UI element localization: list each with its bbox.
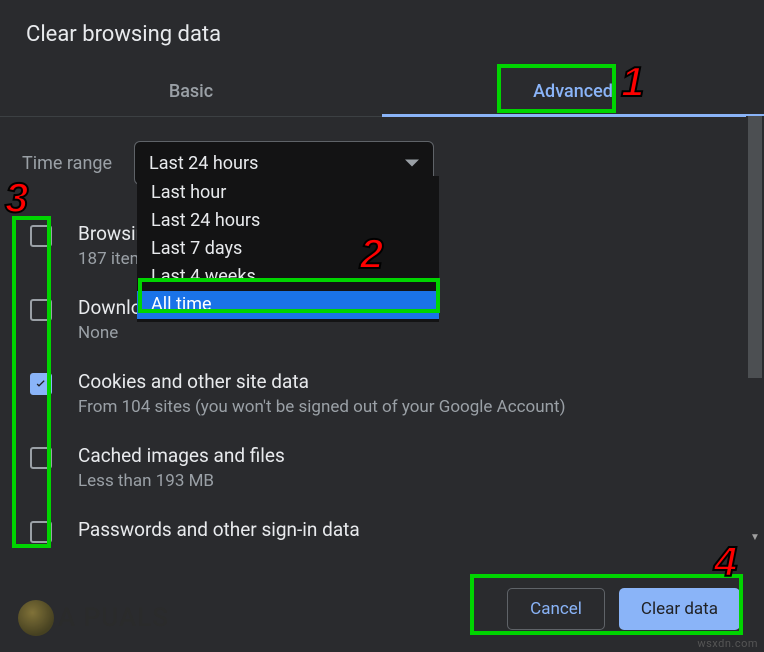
item-subtitle: Less than 193 MB	[78, 469, 285, 493]
dialog-title: Clear browsing data	[0, 0, 764, 67]
time-range-selected-value: Last 24 hours	[149, 153, 258, 174]
checkmark-icon	[33, 376, 49, 392]
time-range-dropdown: Last hour Last 24 hours Last 7 days Last…	[137, 176, 439, 322]
watermark: A PUALS	[18, 600, 169, 636]
clear-browsing-data-dialog: Clear browsing data Basic Advanced Time …	[0, 0, 764, 652]
list-item-cached[interactable]: Cached images and files Less than 193 MB	[22, 431, 742, 505]
item-subtitle: From 104 sites (you won't be signed out …	[78, 395, 566, 419]
item-title: Cookies and other site data	[78, 369, 566, 395]
clear-data-button[interactable]: Clear data	[619, 588, 740, 630]
dropdown-option-all-time[interactable]: All time	[137, 291, 439, 319]
list-item-text: Cached images and files Less than 193 MB	[78, 443, 285, 493]
list-item-text: Cookies and other site data From 104 sit…	[78, 369, 566, 419]
tab-advanced[interactable]: Advanced	[382, 67, 764, 116]
time-range-label: Time range	[22, 153, 112, 174]
chevron-down-icon	[405, 160, 419, 167]
checkbox-browsing-history[interactable]	[30, 225, 52, 247]
item-subtitle: None	[78, 321, 225, 345]
list-item-cookies[interactable]: Cookies and other site data From 104 sit…	[22, 357, 742, 431]
domain-watermark: wsxdn.com	[697, 637, 758, 650]
checkbox-passwords[interactable]	[30, 521, 52, 543]
cancel-button[interactable]: Cancel	[507, 588, 605, 630]
tabs: Basic Advanced	[0, 67, 764, 117]
tab-basic[interactable]: Basic	[0, 67, 382, 116]
list-item-passwords[interactable]: Passwords and other sign-in data	[22, 505, 742, 555]
checkbox-download-history[interactable]	[30, 299, 52, 321]
dropdown-option-last-4-weeks[interactable]: Last 4 weeks	[137, 263, 439, 291]
dropdown-option-last-hour[interactable]: Last hour	[137, 179, 439, 207]
dropdown-option-last-24-hours[interactable]: Last 24 hours	[137, 207, 439, 235]
watermark-text: A PUALS	[58, 603, 169, 633]
scroll-down-icon[interactable]: ▼	[748, 532, 762, 542]
item-title: Passwords and other sign-in data	[78, 517, 360, 543]
watermark-logo-icon	[18, 600, 54, 636]
scrollbar-thumb[interactable]	[748, 116, 762, 378]
item-title: Cached images and files	[78, 443, 285, 469]
list-item-text: Passwords and other sign-in data	[78, 517, 360, 543]
checkbox-cached[interactable]	[30, 447, 52, 469]
dropdown-option-last-7-days[interactable]: Last 7 days	[137, 235, 439, 263]
checkbox-cookies[interactable]	[30, 373, 52, 395]
scrollbar[interactable]: ▼	[746, 116, 764, 546]
dialog-body: Time range Last 24 hours Last hour Last …	[0, 117, 764, 547]
